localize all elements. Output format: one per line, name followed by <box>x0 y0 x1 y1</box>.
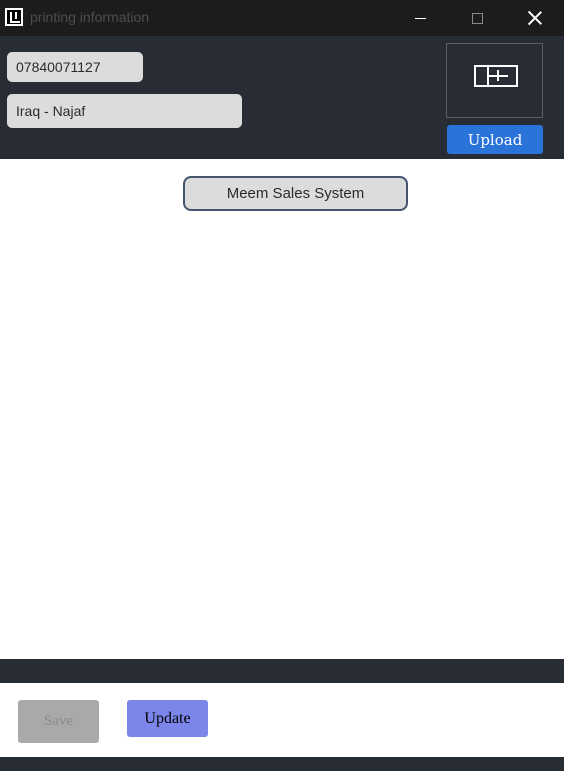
logo-preview <box>446 43 543 118</box>
footer-divider <box>0 659 564 683</box>
maximize-icon <box>471 12 483 24</box>
bottom-strip <box>0 757 564 771</box>
save-button[interactable]: Save <box>18 700 99 743</box>
close-icon <box>528 11 542 25</box>
close-button[interactable] <box>506 0 564 36</box>
app-logo-icon <box>5 8 23 26</box>
store-logo-icon <box>474 65 518 87</box>
action-footer: Save Update <box>0 683 564 757</box>
update-button[interactable]: Update <box>127 700 208 737</box>
title-bar: printing information <box>0 0 564 36</box>
location-field[interactable]: Iraq - Najaf <box>7 94 242 128</box>
minimize-icon <box>414 17 426 19</box>
upload-button[interactable]: Upload <box>447 125 543 154</box>
phone-field[interactable]: 07840071127 <box>7 52 143 82</box>
main-content: Meem Sales System <box>0 159 564 659</box>
store-info-panel: 07840071127 Iraq - Najaf Upload <box>0 36 564 159</box>
window-title: printing information <box>30 9 150 25</box>
maximize-button[interactable] <box>448 0 506 36</box>
minimize-button[interactable] <box>391 0 449 36</box>
company-name-field[interactable]: Meem Sales System <box>183 176 408 211</box>
